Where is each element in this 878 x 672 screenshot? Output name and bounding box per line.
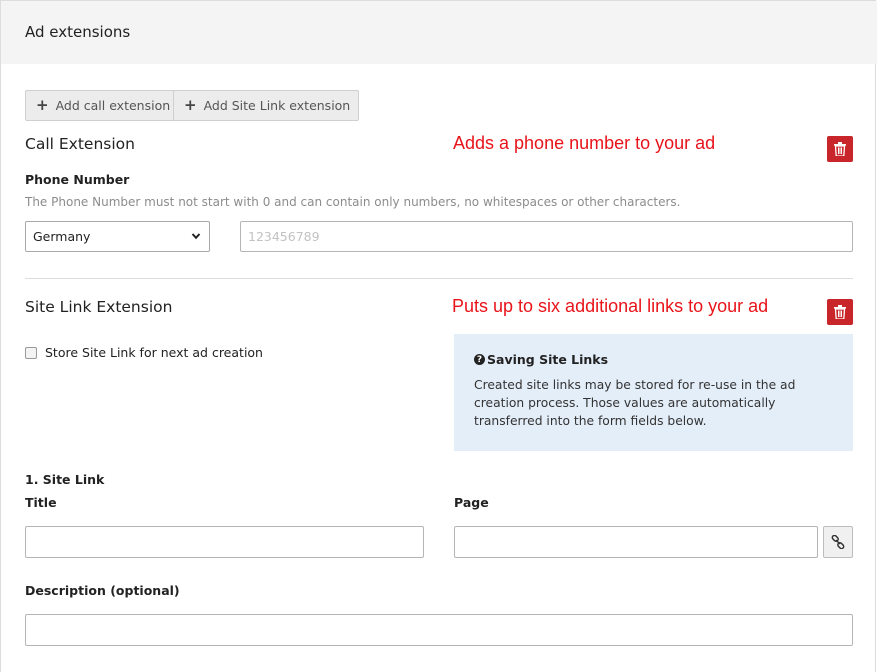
add-sitelink-extension-button[interactable]: + Add Site Link extension: [173, 90, 360, 121]
sitelink-title-input[interactable]: [25, 526, 424, 558]
add-call-extension-label: Add call extension: [55, 98, 171, 113]
sitelink-extension-annotation: Puts up to six additional links to your …: [452, 296, 769, 316]
delete-call-extension-button[interactable]: [827, 136, 853, 162]
chevron-down-icon: [191, 233, 201, 240]
phone-number-input[interactable]: [240, 221, 853, 252]
info-box-text: Created site links may be stored for re-…: [474, 378, 796, 428]
info-box-title: Saving Site Links: [487, 352, 609, 367]
call-extension-title: Call Extension: [25, 135, 135, 153]
add-sitelink-extension-label: Add Site Link extension: [203, 98, 351, 113]
store-sitelink-label: Store Site Link for next ad creation: [45, 345, 263, 360]
delete-sitelink-extension-button[interactable]: [827, 299, 853, 325]
phone-number-help: The Phone Number must not start with 0 a…: [25, 195, 681, 209]
link-icon: [831, 535, 845, 549]
page-link-button[interactable]: [823, 526, 853, 558]
sitelink-description-label: Description (optional): [25, 583, 180, 598]
question-circle-icon: ?: [474, 354, 485, 365]
sitelink-heading: 1. Site Link: [25, 472, 105, 487]
trash-icon: [834, 305, 846, 319]
sitelink-title-label: Title: [25, 495, 57, 510]
sitelink-description-input[interactable]: [25, 614, 853, 646]
section-divider: [25, 278, 853, 279]
trash-icon: [834, 142, 846, 156]
info-box-heading: ? Saving Site Links: [474, 352, 833, 367]
country-select-value: Germany: [33, 229, 91, 244]
plus-icon: +: [184, 96, 197, 114]
sitelink-page-label: Page: [454, 495, 489, 510]
panel-title: Ad extensions: [25, 23, 131, 41]
sitelink-extension-title: Site Link Extension: [25, 298, 173, 316]
sitelink-page-input[interactable]: [454, 526, 818, 558]
store-sitelink-checkbox[interactable]: [25, 347, 37, 359]
add-call-extension-button[interactable]: + Add call extension: [25, 90, 180, 121]
saving-sitelinks-info-box: ? Saving Site Links Created site links m…: [454, 334, 853, 451]
call-extension-annotation: Adds a phone number to your ad: [453, 133, 716, 153]
country-select[interactable]: Germany: [25, 221, 210, 252]
phone-number-label: Phone Number: [25, 172, 130, 187]
panel-header: Ad extensions: [1, 1, 877, 64]
plus-icon: +: [36, 96, 49, 114]
